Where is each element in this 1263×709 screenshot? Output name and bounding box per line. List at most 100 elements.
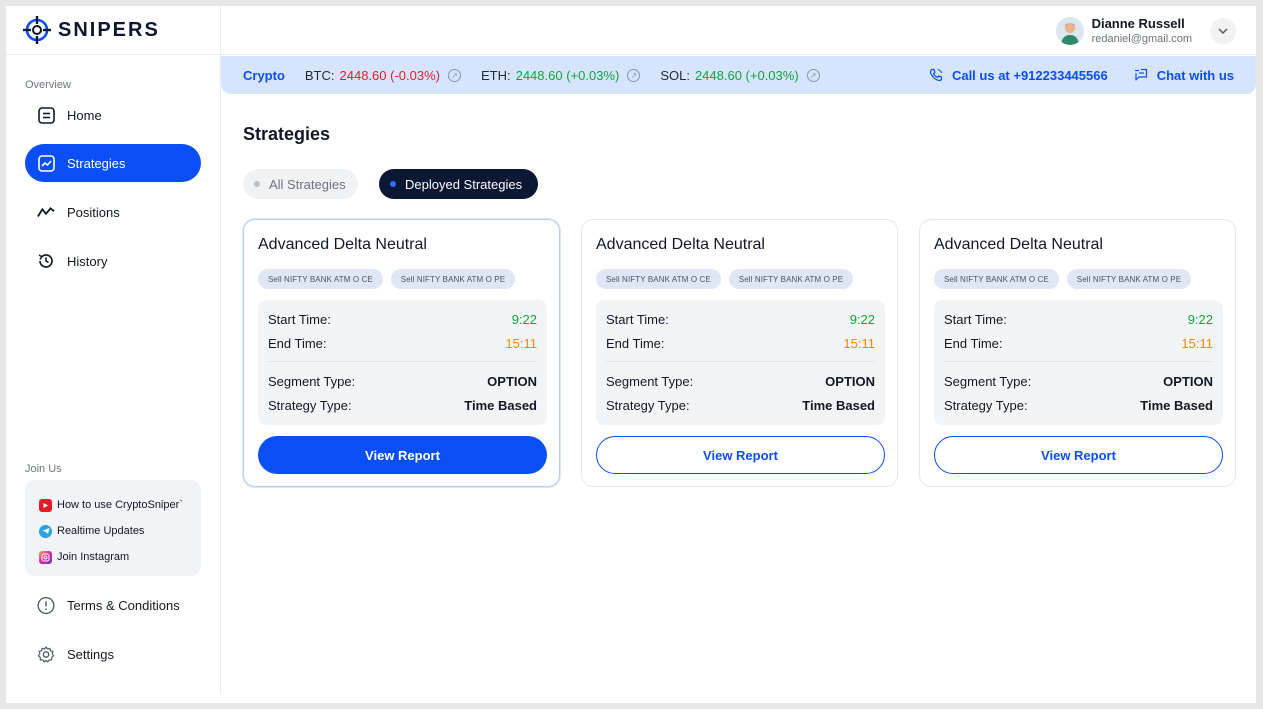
end-time-value: 15:11 bbox=[1181, 336, 1213, 351]
end-time-label: End Time: bbox=[944, 336, 1003, 351]
tag: Sell NIFTY BANK ATM O PE bbox=[728, 269, 854, 289]
end-time-label: End Time: bbox=[268, 336, 327, 351]
ticker-value: 2448.60 (+0.03%) bbox=[515, 67, 620, 83]
call-us-link[interactable]: Call us at +912233445566 bbox=[929, 68, 1108, 83]
sidebar-item-terms[interactable]: Terms & Conditions bbox=[25, 586, 201, 624]
sidebar: SNIPERS Overview Home Strategies Positio… bbox=[6, 6, 221, 694]
user-email: redaniel@gmail.com bbox=[1091, 33, 1192, 45]
chat-link[interactable]: Chat with us bbox=[1134, 68, 1234, 83]
sidebar-item-label: Home bbox=[67, 107, 102, 123]
card-details: Start Time: 9:22 End Time: 15:11 Segment T… bbox=[258, 300, 547, 425]
arrow-up-right-icon: ↗ bbox=[447, 68, 461, 82]
ticker-item-eth[interactable]: ETH: 2448.60 (+0.03%) ↗ bbox=[481, 67, 641, 83]
card-tags: Sell NIFTY BANK ATM O CE Sell NIFTY BANK… bbox=[596, 269, 861, 289]
card-tags: Sell NIFTY BANK ATM O CE Sell NIFTY BANK… bbox=[258, 269, 523, 289]
join-link-label: Realtime Updates bbox=[57, 525, 145, 537]
phone-icon bbox=[929, 68, 943, 82]
sidebar-item-label: Positions bbox=[67, 204, 120, 220]
gear-icon bbox=[37, 645, 55, 663]
chat-label: Chat with us bbox=[1156, 67, 1234, 83]
strategy-card: Advanced Delta Neutral Sell NIFTY BANK A… bbox=[919, 219, 1236, 487]
start-time-value: 9:22 bbox=[849, 312, 875, 327]
filter-label: Deployed Strategies bbox=[405, 176, 523, 192]
sidebar-item-strategies[interactable]: Strategies bbox=[25, 144, 201, 182]
end-time-value: 15:11 bbox=[843, 336, 875, 351]
tag: Sell NIFTY BANK ATM O CE bbox=[258, 269, 383, 289]
ticker-item-sol[interactable]: SOL: 2448.60 (+0.03%) ↗ bbox=[660, 67, 820, 83]
chevron-down-icon bbox=[1218, 28, 1228, 34]
user-info: Dianne Russell redaniel@gmail.com bbox=[1092, 16, 1192, 45]
logo[interactable]: SNIPERS bbox=[6, 6, 221, 55]
filter-deployed-strategies[interactable]: Deployed Strategies bbox=[379, 169, 538, 199]
start-time-label: Start Time: bbox=[606, 312, 669, 327]
user-name: Dianne Russell bbox=[1091, 16, 1185, 31]
brand-name: SNIPERS bbox=[58, 18, 160, 41]
view-report-button[interactable]: View Report bbox=[596, 436, 885, 474]
strategy-type-label: Strategy Type: bbox=[606, 398, 690, 413]
divider bbox=[944, 361, 1213, 362]
strategy-type-value: Time Based bbox=[464, 398, 537, 413]
sidebar-item-label: Terms & Conditions bbox=[67, 597, 180, 613]
view-report-button[interactable]: View Report bbox=[934, 436, 1223, 474]
join-link-instagram[interactable]: Join Instagram bbox=[39, 544, 201, 570]
sidebar-item-label: History bbox=[67, 253, 108, 269]
filter-all-strategies[interactable]: All Strategies bbox=[243, 169, 358, 199]
strategy-card: Advanced Delta Neutral Sell NIFTY BANK A… bbox=[581, 219, 898, 487]
top-header: Dianne Russell redaniel@gmail.com bbox=[221, 6, 1256, 55]
start-time-value: 9:22 bbox=[1187, 312, 1213, 327]
tag: Sell NIFTY BANK ATM O CE bbox=[934, 269, 1059, 289]
user-profile[interactable]: Dianne Russell redaniel@gmail.com bbox=[1055, 16, 1236, 45]
segment-type-label: Segment Type: bbox=[268, 374, 356, 389]
positions-icon bbox=[37, 203, 55, 221]
ticker-item-btc[interactable]: BTC: 2448.60 (-0.03%) ↗ bbox=[305, 68, 461, 83]
segment-type-label: Segment Type: bbox=[944, 374, 1032, 389]
sidebar-item-home[interactable]: Home bbox=[25, 96, 201, 134]
start-time-value: 9:22 bbox=[511, 312, 537, 327]
info-icon bbox=[37, 596, 55, 614]
join-us-box: How to use CryptoSniper` Realtime Update… bbox=[25, 480, 201, 576]
sidebar-item-label: Settings bbox=[67, 646, 114, 662]
join-link-label: Join Instagram bbox=[57, 551, 130, 563]
sidebar-item-label: Strategies bbox=[67, 155, 126, 171]
divider bbox=[268, 361, 537, 362]
card-title: Advanced Delta Neutral bbox=[934, 236, 1103, 253]
crypto-ticker: Crypto BTC: 2448.60 (-0.03%) ↗ ETH: 2448… bbox=[221, 56, 1256, 94]
strategies-icon bbox=[37, 154, 55, 172]
end-time-label: End Time: bbox=[606, 336, 665, 351]
filter-dot bbox=[390, 181, 396, 187]
view-report-button[interactable]: View Report bbox=[258, 436, 547, 474]
arrow-up-right-icon: ↗ bbox=[806, 68, 820, 82]
page-title: Strategies bbox=[243, 124, 331, 144]
end-time-value: 15:11 bbox=[505, 336, 537, 351]
sidebar-item-positions[interactable]: Positions bbox=[25, 193, 201, 231]
sidebar-item-history[interactable]: History bbox=[25, 242, 201, 280]
strategy-type-value: Time Based bbox=[802, 398, 875, 413]
tag: Sell NIFTY BANK ATM O PE bbox=[1066, 269, 1192, 289]
card-tags: Sell NIFTY BANK ATM O CE Sell NIFTY BANK… bbox=[934, 269, 1199, 289]
ticker-symbol: BTC: bbox=[304, 67, 335, 83]
join-link-telegram[interactable]: Realtime Updates bbox=[39, 518, 201, 544]
strategy-type-value: Time Based bbox=[1140, 398, 1213, 413]
ticker-contact: Call us at +912233445566 Chat with us bbox=[903, 56, 1234, 94]
start-time-label: Start Time: bbox=[268, 312, 331, 327]
crosshair-logo-icon bbox=[23, 16, 51, 44]
ticker-label: Crypto bbox=[243, 67, 285, 83]
ticker-value: 2448.60 (+0.03%) bbox=[694, 67, 799, 83]
filter-dot bbox=[254, 181, 260, 187]
sidebar-item-settings[interactable]: Settings bbox=[25, 635, 201, 673]
card-details: Start Time: 9:22 End Time: 15:11 Segment T… bbox=[934, 300, 1223, 425]
filter-label: All Strategies bbox=[269, 176, 346, 192]
strategy-type-label: Strategy Type: bbox=[268, 398, 352, 413]
divider bbox=[606, 361, 875, 362]
segment-type-value: OPTION bbox=[1163, 374, 1213, 389]
user-menu-toggle[interactable] bbox=[1210, 17, 1236, 44]
strategy-type-label: Strategy Type: bbox=[944, 398, 1028, 413]
telegram-icon bbox=[39, 524, 52, 538]
join-link-youtube[interactable]: How to use CryptoSniper` bbox=[39, 492, 201, 518]
chat-icon bbox=[1134, 68, 1147, 81]
tag: Sell NIFTY BANK ATM O PE bbox=[390, 269, 516, 289]
join-us-label: Join Us bbox=[25, 463, 62, 475]
card-details: Start Time: 9:22 End Time: 15:11 Segment T… bbox=[596, 300, 885, 425]
ticker-value: 2448.60 (-0.03%) bbox=[339, 67, 440, 83]
segment-type-value: OPTION bbox=[487, 374, 537, 389]
